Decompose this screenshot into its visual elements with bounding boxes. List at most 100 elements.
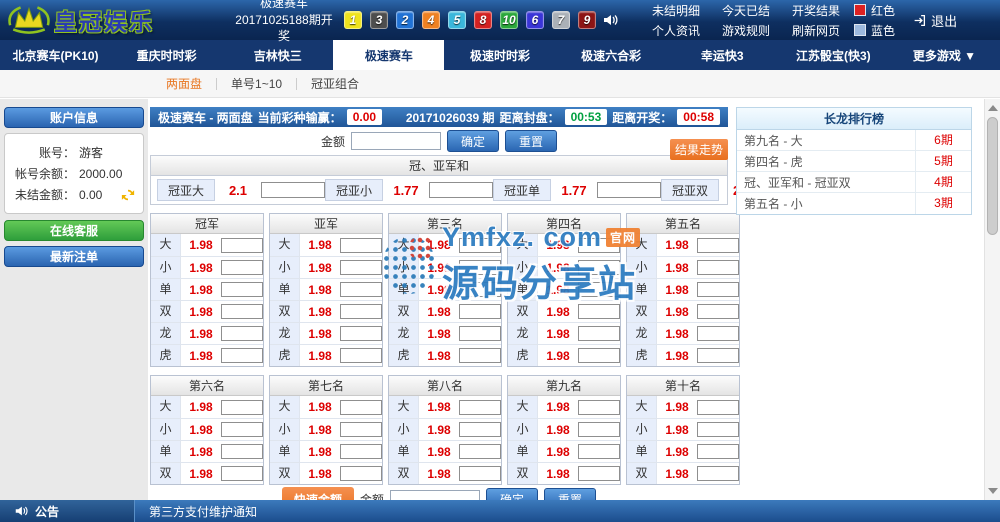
bet-table-rows: 大 1.98 小 1.98 (389, 396, 501, 484)
scroll-thumb[interactable] (987, 117, 998, 235)
bet-amount-input[interactable] (697, 348, 739, 363)
account-username-row: 账号： 游客 (9, 142, 139, 163)
bet-amount-input[interactable] (221, 326, 263, 341)
brand-logo[interactable]: 皇冠娱乐 (8, 3, 230, 37)
bet-amount-input[interactable] (261, 182, 325, 198)
bet-amount-input[interactable] (221, 400, 263, 415)
refresh-balance-icon[interactable] (121, 188, 135, 202)
play-mode-tab[interactable]: 两面盘 (152, 78, 217, 90)
bet-amount-input[interactable] (221, 238, 263, 253)
nav-tab[interactable]: 江苏骰宝(快3) (778, 40, 889, 70)
customer-service-button[interactable]: 在线客服 (4, 220, 144, 241)
bet-amount-input[interactable] (459, 422, 501, 437)
nav-tab[interactable]: 北京赛车(PK10) (0, 40, 111, 70)
header-menu-link[interactable]: 开奖结果 (792, 2, 840, 19)
nav-tab[interactable]: 吉林快三 (222, 40, 333, 70)
vertical-scrollbar[interactable] (984, 99, 1000, 500)
bet-amount-input[interactable] (578, 400, 620, 415)
ranking-row: 第五名 - 小 3期 (737, 193, 971, 214)
bet-amount-input[interactable] (459, 326, 501, 341)
bet-amount-input[interactable] (459, 282, 501, 297)
bet-amount-input[interactable] (697, 238, 739, 253)
bet-amount-input[interactable] (459, 444, 501, 459)
bet-amount-input[interactable] (578, 304, 620, 319)
result-ball: 9 (578, 11, 596, 29)
latest-orders-button[interactable]: 最新注单 (4, 246, 144, 267)
bet-amount-input[interactable] (221, 444, 263, 459)
bet-amount-input[interactable] (578, 466, 620, 481)
bet-amount-input[interactable] (697, 422, 739, 437)
logout-button[interactable]: 退出 (913, 11, 957, 30)
bet-amount-input[interactable] (697, 282, 739, 297)
bet-amount-input[interactable] (459, 260, 501, 275)
play-mode-tab[interactable]: 单号1~10 (217, 78, 297, 90)
bet-amount-input[interactable] (697, 400, 739, 415)
theme-option[interactable]: 红色 (854, 2, 895, 19)
play-mode-tab[interactable]: 冠亚组合 (297, 78, 373, 90)
header-menu-link[interactable]: 游戏规则 (722, 22, 770, 39)
bet-amount-input[interactable] (697, 466, 739, 481)
nav-tab[interactable]: 更多游戏 ▼ (889, 40, 1000, 70)
nav-tab[interactable]: 极速赛车 (333, 40, 444, 70)
bet-amount-input[interactable] (697, 326, 739, 341)
announcement-label: 公告 (35, 503, 59, 520)
bet-table-rows: 大 1.98 小 1.98 (508, 396, 620, 484)
bet-amount-input[interactable] (459, 304, 501, 319)
result-ball: 6 (526, 11, 544, 29)
bet-amount-input[interactable] (697, 444, 739, 459)
scroll-up-arrow[interactable] (988, 105, 998, 111)
bet-amount-input[interactable] (340, 260, 382, 275)
result-trend-button[interactable]: 结果走势 (670, 139, 728, 160)
bet-row: 双 1.98 (508, 462, 620, 484)
bet-amount-input[interactable] (578, 348, 620, 363)
bet-amount-input[interactable] (221, 348, 263, 363)
bet-amount-input[interactable] (459, 348, 501, 363)
bet-option-label: 小 (389, 419, 419, 440)
bet-amount-input[interactable] (340, 444, 382, 459)
bet-amount-input[interactable] (597, 182, 661, 198)
bet-amount-input[interactable] (221, 304, 263, 319)
header-menu-link[interactable]: 个人资讯 (652, 22, 700, 39)
header-menu-link[interactable]: 今天已结 (722, 2, 770, 19)
sound-toggle-button[interactable] (602, 12, 618, 28)
header-menu-link[interactable]: 刷新网页 (792, 22, 840, 39)
bet-amount-input[interactable] (697, 260, 739, 275)
nav-tab[interactable]: 极速六合彩 (556, 40, 667, 70)
bet-amount-input[interactable] (340, 304, 382, 319)
bet-amount-input[interactable] (221, 466, 263, 481)
nav-tab[interactable]: 重庆时时彩 (111, 40, 222, 70)
bet-amount-input[interactable] (459, 238, 501, 253)
bet-table-rows: 大 1.98 小 1.98 (151, 396, 263, 484)
bet-amount-input[interactable] (340, 238, 382, 253)
account-info-button[interactable]: 账户信息 (4, 107, 144, 128)
bet-amount-input[interactable] (697, 304, 739, 319)
bet-amount-input[interactable] (340, 422, 382, 437)
bet-amount-input[interactable] (578, 282, 620, 297)
bet-amount-input[interactable] (221, 260, 263, 275)
header-menu-link[interactable]: 未结明细 (652, 2, 700, 19)
theme-option[interactable]: 蓝色 (854, 22, 895, 39)
bet-amount-input[interactable] (578, 444, 620, 459)
bet-amount-input[interactable] (221, 282, 263, 297)
bet-amount-input[interactable] (578, 238, 620, 253)
reset-button[interactable]: 重置 (505, 130, 557, 152)
bet-amount-input[interactable] (340, 466, 382, 481)
bet-amount-input[interactable] (429, 182, 493, 198)
confirm-button[interactable]: 确定 (447, 130, 499, 152)
bet-amount-input[interactable] (340, 326, 382, 341)
bet-amount-input[interactable] (578, 422, 620, 437)
bet-amount-input[interactable] (459, 400, 501, 415)
bet-row: 单 1.98 (389, 440, 501, 462)
bet-amount-input[interactable] (340, 282, 382, 297)
bet-amount-input[interactable] (459, 466, 501, 481)
bet-amount-input[interactable] (578, 260, 620, 275)
nav-tab[interactable]: 幸运快3 (667, 40, 778, 70)
bet-amount-input[interactable] (221, 422, 263, 437)
bet-amount-input[interactable] (340, 348, 382, 363)
amount-input[interactable] (351, 132, 441, 150)
bet-amount-input[interactable] (578, 326, 620, 341)
bet-amount-input[interactable] (340, 400, 382, 415)
announcement-message[interactable]: 第三方支付维护通知 (135, 503, 257, 520)
scroll-down-arrow[interactable] (988, 488, 998, 494)
nav-tab[interactable]: 极速时时彩 (444, 40, 555, 70)
